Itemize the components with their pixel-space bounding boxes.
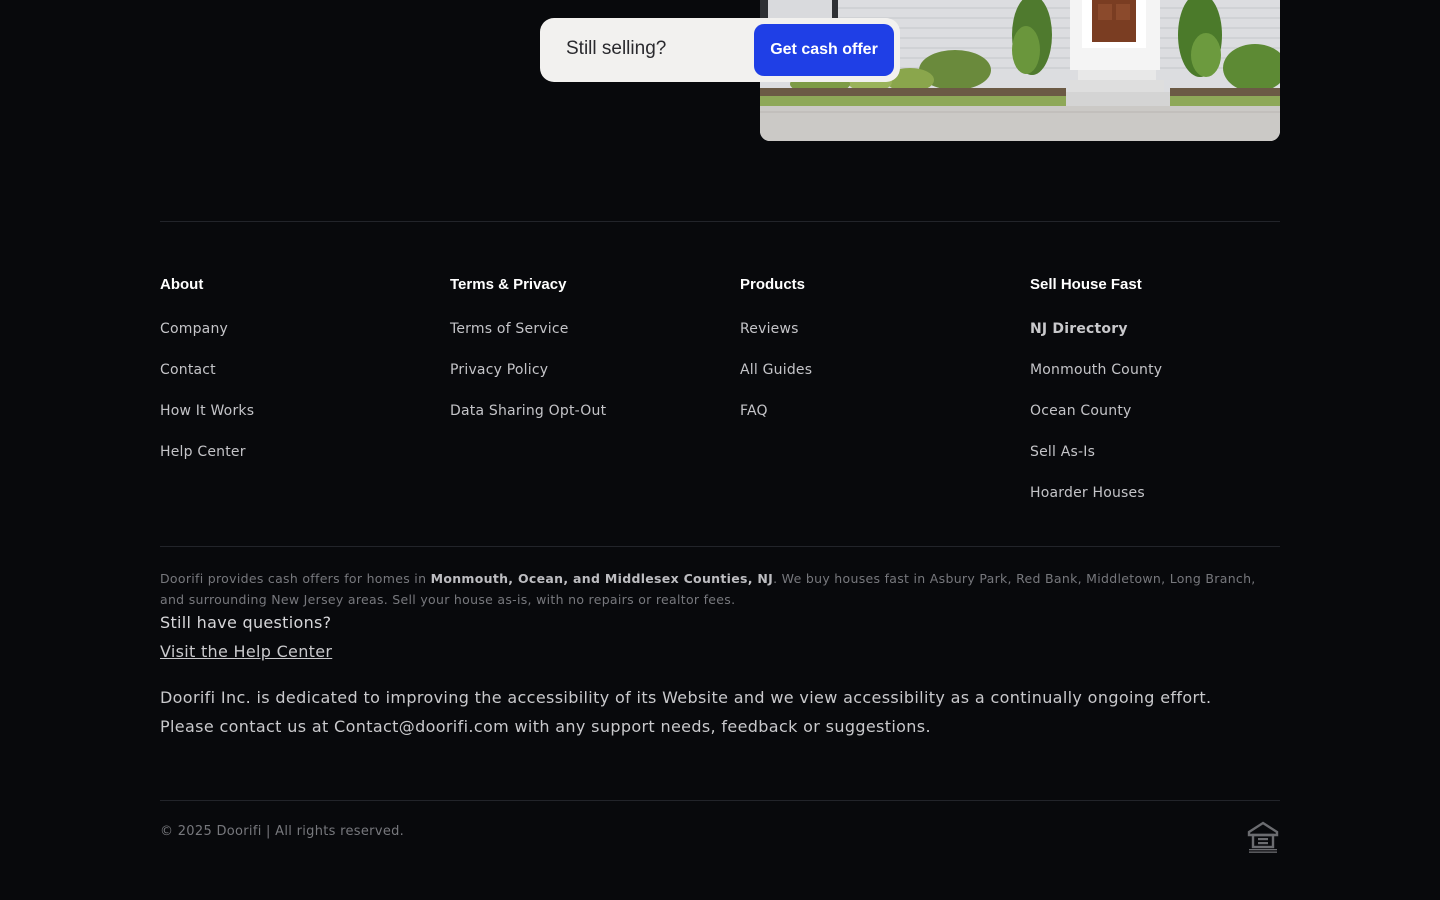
link-reviews[interactable]: Reviews (740, 319, 1020, 360)
get-cash-offer-button[interactable]: Get cash offer (754, 24, 894, 76)
link-monmouth-county[interactable]: Monmouth County (1030, 360, 1310, 401)
link-company[interactable]: Company (160, 319, 440, 360)
link-how-it-works[interactable]: How It Works (160, 401, 440, 442)
cta-text: Still selling? (566, 38, 667, 59)
link-faq[interactable]: FAQ (740, 401, 1020, 442)
column-title: Products (740, 276, 806, 293)
service-area-description: Doorifi provides cash offers for homes i… (160, 568, 1280, 610)
column-title: Terms & Privacy (450, 276, 567, 293)
help-question: Still have questions? (160, 613, 332, 632)
link-ocean-county[interactable]: Ocean County (1030, 401, 1310, 442)
link-data-sharing-opt-out[interactable]: Data Sharing Opt-Out (450, 401, 730, 442)
divider (160, 546, 1280, 547)
link-help-center[interactable]: Help Center (160, 442, 440, 483)
description-prefix: Doorifi provides cash offers for homes i… (160, 571, 431, 586)
link-hoarder-houses[interactable]: Hoarder Houses (1030, 483, 1310, 524)
link-all-guides[interactable]: All Guides (740, 360, 1020, 401)
footer-column-sell-house-fast: Sell House Fast NJ Directory Monmouth Co… (1030, 276, 1310, 524)
column-title: Sell House Fast (1030, 276, 1142, 293)
footer-column-about: About Company Contact How It Works Help … (160, 276, 440, 483)
description-counties: Monmouth, Ocean, and Middlesex Counties,… (430, 571, 774, 586)
link-sell-as-is[interactable]: Sell As-Is (1030, 442, 1310, 483)
link-nj-directory[interactable]: NJ Directory (1030, 319, 1310, 360)
footer-column-terms: Terms & Privacy Terms of Service Privacy… (450, 276, 730, 442)
equal-housing-opportunity-icon (1246, 820, 1280, 854)
copyright: © 2025 Doorifi | All rights reserved. (160, 824, 405, 839)
column-title: About (160, 276, 204, 293)
link-contact[interactable]: Contact (160, 360, 440, 401)
divider (160, 221, 1280, 222)
divider (160, 800, 1280, 801)
link-terms-of-service[interactable]: Terms of Service (450, 319, 730, 360)
footer-page: Still selling? Get cash offer About Comp… (0, 0, 1440, 900)
footer-column-products: Products Reviews All Guides FAQ (740, 276, 1020, 442)
link-privacy-policy[interactable]: Privacy Policy (450, 360, 730, 401)
accessibility-statement: Doorifi Inc. is dedicated to improving t… (160, 688, 1212, 736)
visit-help-center-link[interactable]: Visit the Help Center (160, 642, 332, 661)
still-selling-cta: Still selling? Get cash offer (540, 18, 900, 82)
